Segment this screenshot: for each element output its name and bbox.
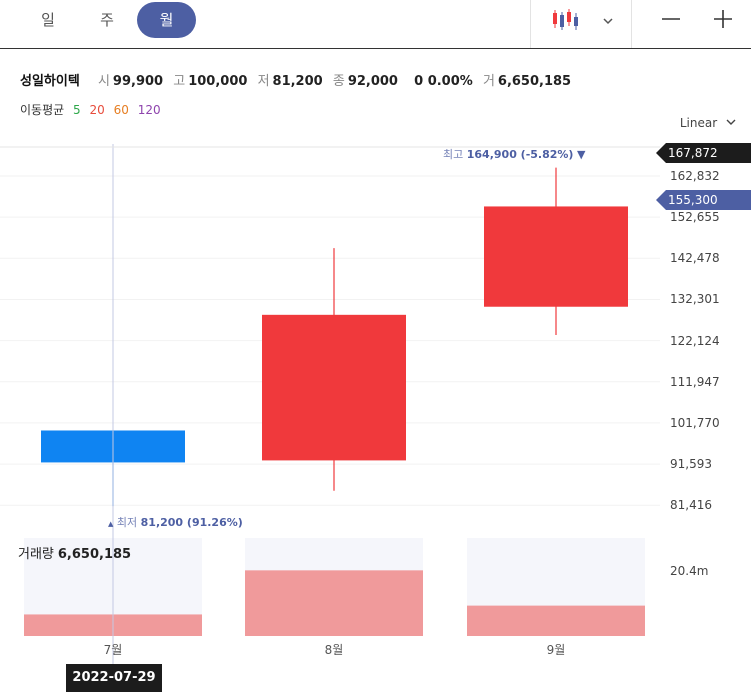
y-tick-label: 122,124 (670, 333, 720, 348)
candlestick-chart[interactable] (0, 0, 751, 694)
y-tick-label: 152,655 (670, 210, 720, 225)
high-note-value: 164,900 (-5.82%) (466, 148, 574, 161)
y-tick-label: 111,947 (670, 374, 720, 389)
y-tick-label: 91,593 (670, 457, 712, 472)
crosshair-date-badge: 2022-07-29 (66, 664, 162, 692)
candles (41, 167, 628, 507)
volume-axis-label: 20.4m (670, 564, 709, 578)
y-tick-label: 81,416 (670, 498, 712, 513)
y-tick-label: 101,770 (670, 415, 720, 430)
volume-title-label: 거래량 (18, 547, 54, 562)
y-tick-label: 162,832 (670, 168, 720, 183)
x-tick-label: 8월 (324, 643, 344, 657)
candle-body (262, 314, 406, 461)
volume-title-value: 6,650,185 (57, 547, 132, 562)
low-note-value: 81,200 (91.26%) (140, 516, 243, 529)
y-tick-label: 142,478 (670, 251, 720, 266)
max-price-tag: 167,872 (656, 143, 751, 163)
low-annotation: ▲ 최저 81,200 (91.26%) (108, 514, 243, 530)
high-note-label: 최고 (443, 148, 464, 161)
current-price-tag: 155,300 (656, 190, 751, 210)
x-tick-label: 9월 (546, 643, 566, 657)
y-tick-label: 132,301 (670, 292, 720, 307)
candle-body (484, 206, 628, 307)
volume-bar (467, 605, 645, 636)
volume-title: 거래량 6,650,185 (18, 543, 131, 562)
low-note-marker: ▲ (108, 520, 114, 528)
x-tick-label: 7월 (103, 643, 123, 657)
high-annotation: 최고 164,900 (-5.82%) ▼ (443, 146, 585, 162)
high-note-marker: ▼ (576, 148, 586, 161)
low-note-label: 최저 (116, 516, 138, 529)
volume-bar (245, 570, 423, 636)
